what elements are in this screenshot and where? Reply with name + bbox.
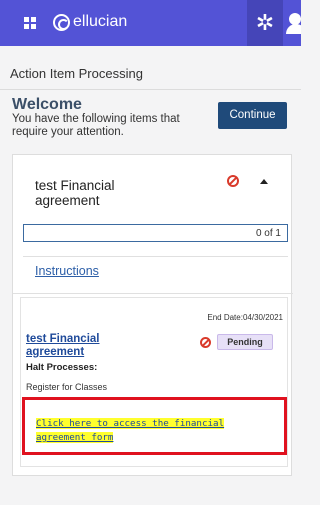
- user-button[interactable]: [286, 0, 301, 46]
- financial-agreement-form-link[interactable]: Click here to access the financial agree…: [36, 417, 279, 445]
- divider: [13, 293, 293, 294]
- settings-button[interactable]: ✲: [247, 0, 283, 46]
- action-item-panel: test Financial agreement 0 of 1 Instruct…: [12, 154, 293, 476]
- welcome-heading: Welcome: [12, 96, 82, 113]
- action-item-card: End Date:04/30/2021 test Financial agree…: [20, 297, 288, 467]
- continue-button[interactable]: Continue: [218, 102, 287, 129]
- page-title: Action Item Processing: [10, 66, 143, 81]
- grid-menu-icon[interactable]: [24, 17, 36, 29]
- progress-label: 0 of 1: [255, 228, 281, 239]
- divider: [0, 89, 301, 90]
- caret-up-icon[interactable]: [260, 179, 268, 184]
- instructions-link[interactable]: Instructions: [35, 264, 99, 278]
- top-bar: ellucian ✲: [0, 0, 301, 46]
- divider: [23, 256, 288, 257]
- progress-bar: 0 of 1: [23, 224, 288, 242]
- ellucian-logo-icon: [53, 14, 70, 31]
- welcome-message: You have the following items that requir…: [12, 113, 180, 138]
- status-badge: Pending: [217, 334, 273, 350]
- halt-processes-value: Register for Classes: [26, 382, 108, 392]
- end-date: End Date:04/30/2021: [207, 313, 283, 322]
- item-title-link[interactable]: test Financial agreement: [26, 333, 126, 359]
- form-link-callout: Click here to access the financial agree…: [22, 397, 287, 455]
- blocked-icon: [227, 175, 239, 187]
- gear-icon: ✲: [255, 10, 275, 36]
- blocked-icon: [200, 337, 211, 348]
- action-item-title[interactable]: test Financial agreement: [35, 178, 145, 208]
- brand-name: ellucian: [73, 13, 128, 30]
- halt-processes-label: Halt Processes:: [26, 362, 98, 373]
